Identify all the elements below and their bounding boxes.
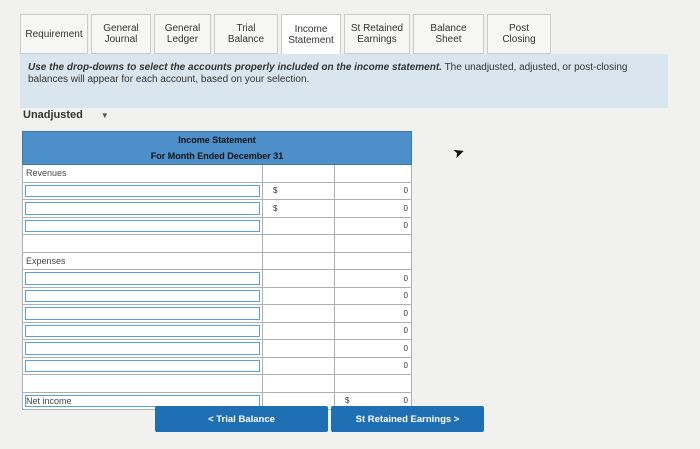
expense-row-total-cell: 0 [335,305,411,322]
income-statement-table: Income Statement For Month Ended Decembe… [22,131,412,410]
revenue-row-total-cell: 0 [335,218,411,235]
expense-row-value: 0 [403,273,408,283]
tab-balance-sheet[interactable]: Balance Sheet [413,14,484,54]
expense-row-row: 0 [22,270,412,288]
revenue-row-value: 0 [403,221,408,231]
tab-post-closing[interactable]: Post Closing [487,14,551,54]
dollar-sign: $ [273,203,278,213]
expenses-label: Expenses [23,252,263,269]
revenue-row-account-select[interactable] [23,200,263,217]
expense-row-value: 0 [403,361,408,371]
expense-row-total-cell: 0 [335,358,411,375]
revenue-row-row: $0 [22,182,412,200]
expense-row-amount-cell[interactable] [263,287,335,304]
revenue-row-row: 0 [22,217,412,235]
expense-row-amount-cell[interactable] [263,322,335,339]
net-income-label: Net income [26,395,72,406]
revenue-row-total-cell: 0 [335,200,411,217]
expense-row-total-cell: 0 [335,323,411,340]
statement-header: Income Statement For Month Ended Decembe… [22,131,412,165]
revenue-row-amount-cell[interactable] [263,217,335,234]
expense-row-row: 0 [22,322,412,340]
expense-row-amount-cell[interactable] [263,270,335,287]
prev-trial-balance-button[interactable]: < Trial Balance [155,406,328,432]
tab-trial-balance[interactable]: Trial Balance [214,14,278,54]
dollar-sign: $ [273,186,278,196]
expenses-label-row: Expenses [22,252,412,270]
expense-row-account-select[interactable] [23,270,263,287]
expense-row-total-cell: 0 [335,270,411,287]
expense-row-amount-cell[interactable] [263,305,335,322]
net-income-value: 0 [403,396,408,406]
expense-row-account-select[interactable] [23,287,263,304]
spacer-row [22,235,412,253]
tab-general-journal[interactable]: General Journal [91,14,151,54]
revenue-row-account-select[interactable] [23,182,263,199]
statement-subtitle: For Month Ended December 31 [150,151,284,161]
tab-st-retained-earnings[interactable]: St Retained Earnings [344,14,410,54]
revenue-row-value: 0 [403,186,408,196]
spacer-row [22,375,412,393]
expense-row-row: 0 [22,357,412,375]
expense-row-value: 0 [403,343,408,353]
revenues-label-row: Revenues [22,165,412,183]
expense-row-value: 0 [403,326,408,336]
expense-row-account-select[interactable] [23,340,263,357]
revenue-row-amount-cell[interactable]: $ [263,200,335,217]
instructions-bold: Use the drop-downs to select the account… [28,62,442,73]
revenue-row-total-cell: 0 [335,183,411,200]
chevron-down-icon: ▼ [100,110,109,120]
revenue-row-row: $0 [22,200,412,218]
expense-row-value: 0 [403,291,408,301]
expense-row-amount-cell[interactable] [263,340,335,357]
revenues-label: Revenues [23,165,263,182]
expense-row-account-select[interactable] [23,357,263,374]
mouse-cursor-icon: ➤ [450,142,467,162]
dollar-sign: $ [345,396,350,406]
tab-general-ledger[interactable]: General Ledger [154,14,211,54]
dropdown-value: Unadjusted [23,109,83,121]
instructions-panel: Use the drop-downs to select the account… [20,54,668,108]
balance-type-dropdown[interactable]: Unadjusted ▼ [23,109,109,121]
revenue-row-amount-cell[interactable]: $ [263,182,335,199]
revenue-row-account-select[interactable] [23,217,263,234]
expense-row-total-cell: 0 [335,340,411,357]
revenue-row-value: 0 [403,203,408,213]
expense-row-row: 0 [22,340,412,358]
next-retained-earnings-button[interactable]: St Retained Earnings > [331,406,484,432]
expense-row-account-select[interactable] [23,305,263,322]
tab-income-statement[interactable]: Income Statement [281,14,341,55]
expense-row-amount-cell[interactable] [263,357,335,374]
tab-requirement[interactable]: Requirement [20,14,88,54]
expense-row-value: 0 [403,308,408,318]
expense-row-row: 0 [22,287,412,305]
expense-row-account-select[interactable] [23,322,263,339]
expense-row-row: 0 [22,305,412,323]
tab-bar: Requirement General Journal General Ledger… [20,14,554,55]
statement-title: Income Statement [178,135,256,145]
expense-row-total-cell: 0 [335,288,411,305]
